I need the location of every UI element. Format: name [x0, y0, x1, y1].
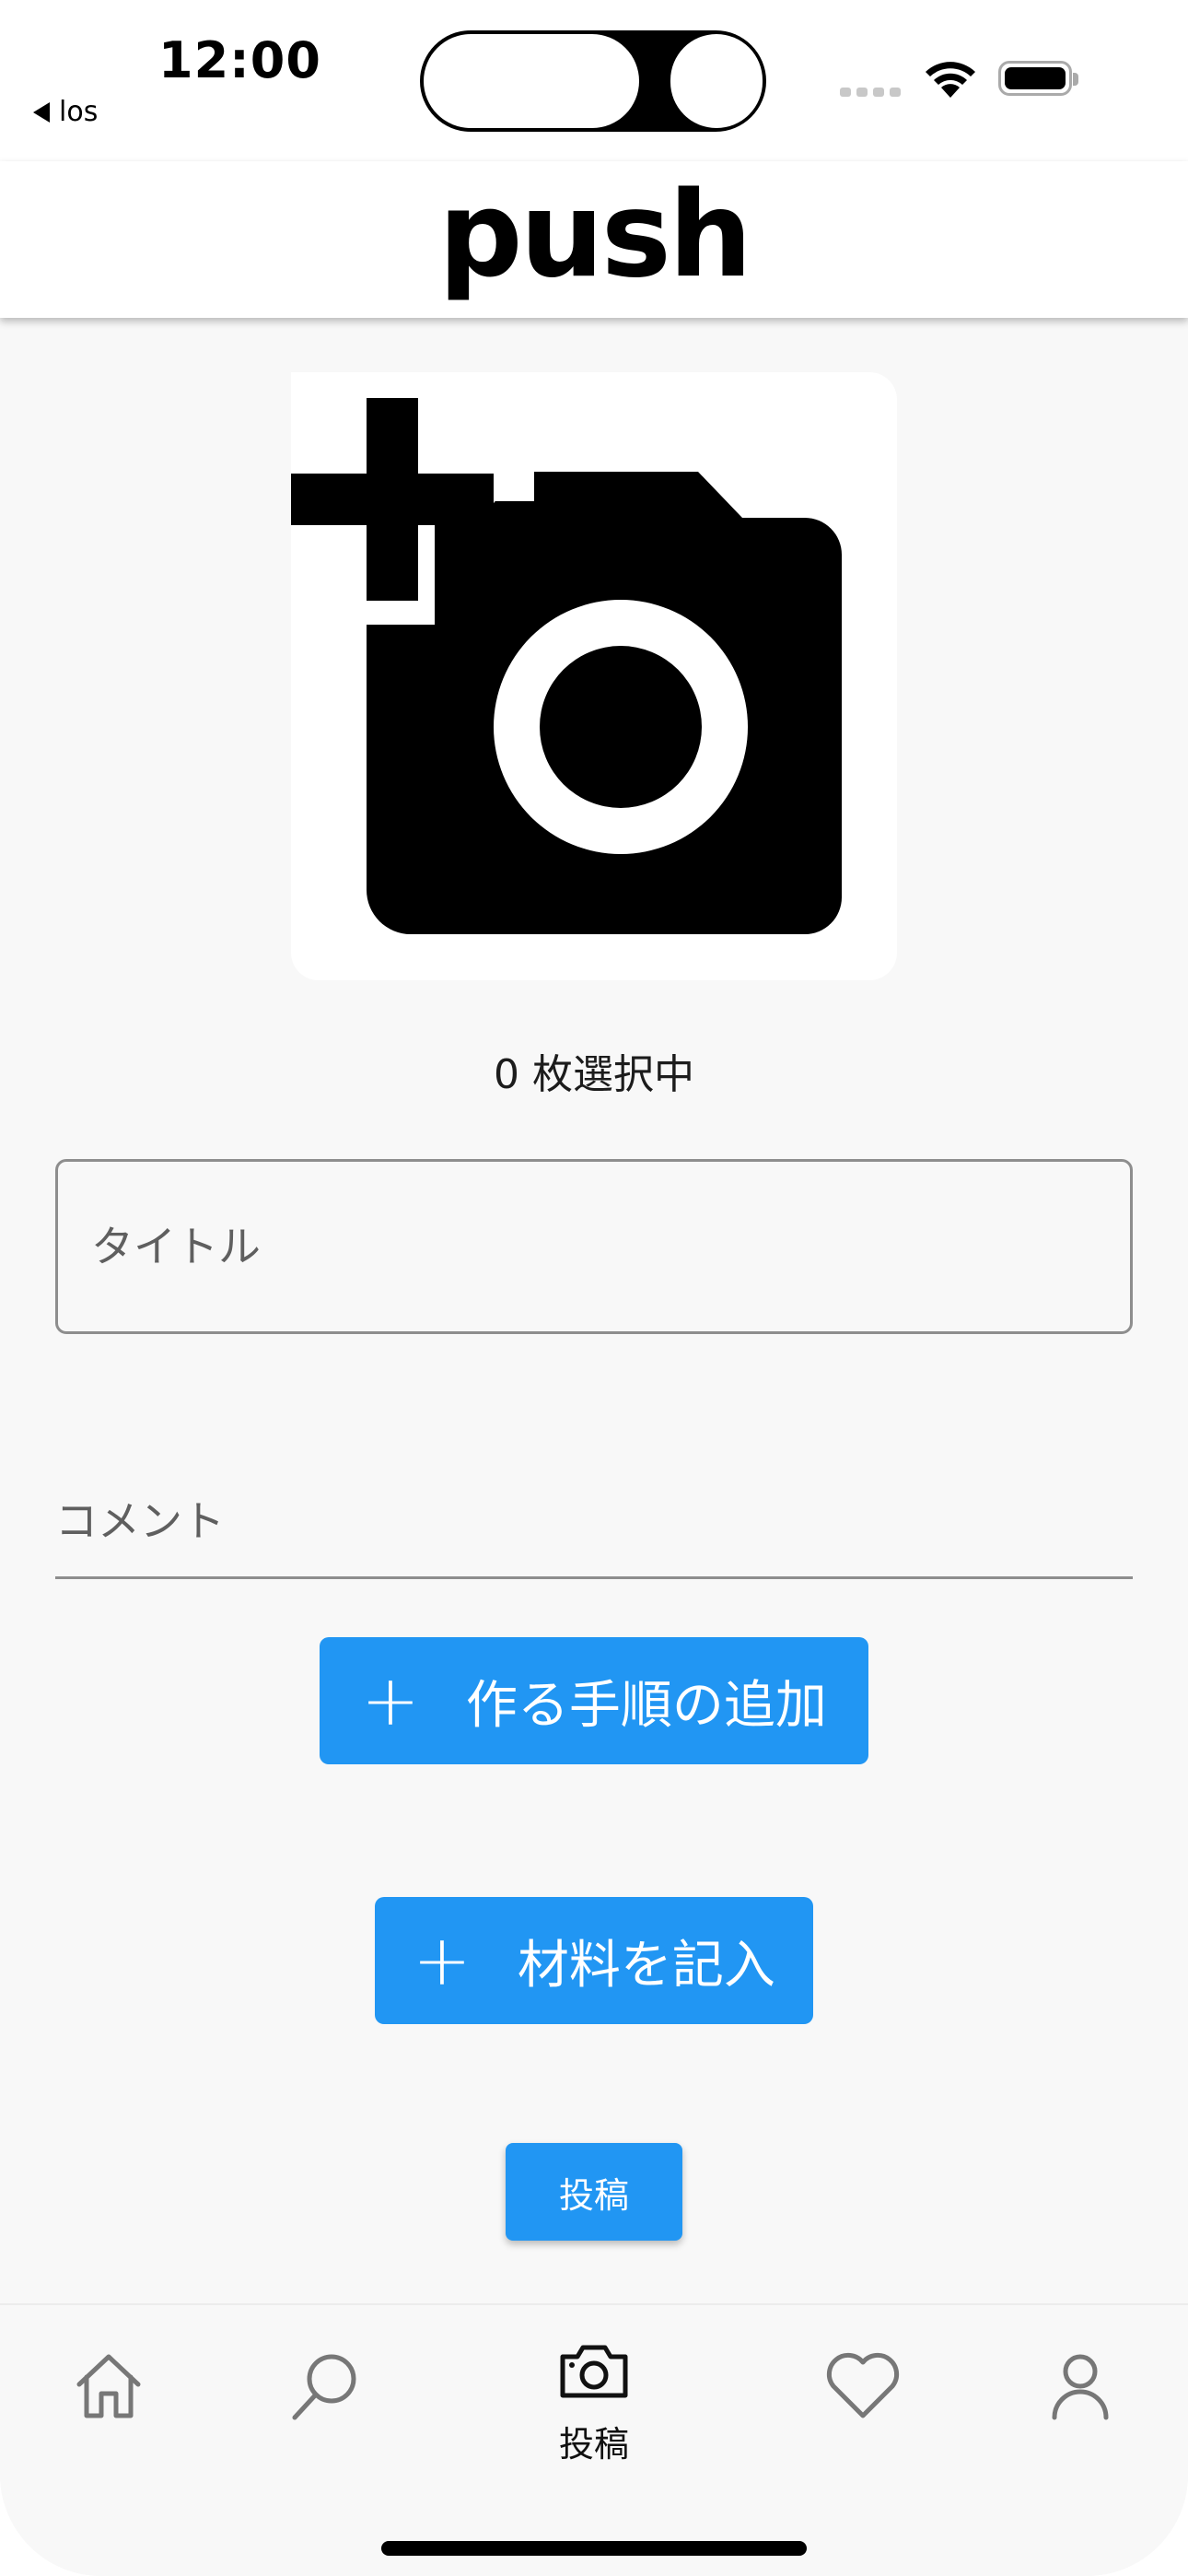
comment-input[interactable]	[55, 1465, 1133, 1579]
back-app-label: los	[59, 96, 99, 128]
add-ingredients-button[interactable]: + 材料を記入	[375, 1897, 813, 2024]
plus-icon: +	[413, 1919, 472, 2001]
heart-icon	[826, 2352, 900, 2418]
camera-add-icon	[291, 372, 842, 934]
status-bar: 12:00 los	[0, 0, 1188, 161]
plus-icon: +	[361, 1659, 420, 1741]
battery-icon	[998, 61, 1078, 96]
add-photo-button[interactable]	[291, 372, 897, 980]
app-logo: push	[437, 167, 752, 304]
dynamic-island	[420, 30, 766, 132]
title-input[interactable]	[55, 1159, 1133, 1334]
search-icon	[292, 2354, 356, 2420]
status-time: 12:00	[158, 31, 321, 89]
cellular-signal-icon	[840, 88, 901, 97]
nav-post-label: 投稿	[558, 2424, 629, 2465]
home-indicator	[381, 2541, 807, 2556]
nav-home[interactable]	[53, 2349, 164, 2488]
nav-profile[interactable]	[1025, 2349, 1136, 2488]
camera-icon	[560, 2345, 628, 2398]
add-steps-label: 作る手順の追加	[465, 1675, 827, 1736]
app-bar: push	[0, 161, 1188, 318]
wifi-icon	[926, 62, 975, 98]
nav-post[interactable]: 投稿	[539, 2345, 649, 2488]
add-steps-button[interactable]: + 作る手順の追加	[320, 1637, 868, 1764]
back-to-app-link[interactable]: los	[33, 96, 98, 128]
bottom-navigation: 投稿	[0, 2303, 1188, 2576]
post-screen: 12:00 los push 0 枚選択中 タイトル コメント + 作る手順の追…	[0, 0, 1188, 2576]
home-icon	[76, 2354, 141, 2418]
person-icon	[1052, 2354, 1109, 2420]
post-button[interactable]: 投稿	[506, 2143, 682, 2241]
add-ingredients-label: 材料を記入	[517, 1935, 775, 1996]
nav-favorites[interactable]	[808, 2349, 918, 2488]
nav-search[interactable]	[271, 2349, 381, 2488]
selected-photo-count: 0 枚選択中	[494, 1051, 694, 1098]
back-arrow-icon	[33, 101, 50, 123]
